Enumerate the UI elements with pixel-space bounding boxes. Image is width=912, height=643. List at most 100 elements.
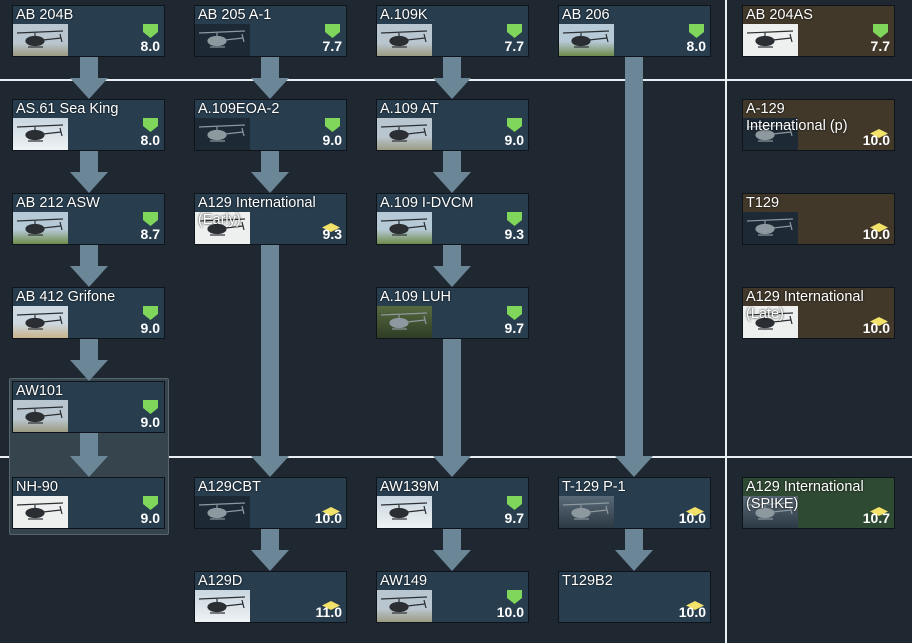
vehicle-card-a129d[interactable]: A129D 11.0 — [194, 571, 347, 623]
helicopter-icon — [380, 30, 428, 48]
vehicle-name: A.109 LUH — [380, 289, 451, 305]
vehicle-name: A.109 AT — [380, 101, 439, 117]
battle-rating: 11.0 — [315, 604, 342, 620]
vehicle-name: AB 205 A-1 — [198, 7, 272, 23]
vehicle-card-as61[interactable]: AS.61 Sea King 8.0 — [12, 99, 165, 151]
vehicle-card-a109luh[interactable]: A.109 LUH 9.7 — [376, 287, 529, 339]
vehicle-card-ab204b[interactable]: AB 204B 8.0 — [12, 5, 165, 57]
vehicle-card-a129intp[interactable]: A-129 International (p) 10.0 — [742, 99, 895, 151]
vehicle-name: NH-90 — [16, 479, 58, 495]
vehicle-name: A.109K — [380, 7, 428, 23]
battle-rating: 8.0 — [140, 38, 160, 54]
vehicle-card-aw101[interactable]: AW101 9.0 — [12, 381, 165, 433]
vehicle-card-ab412[interactable]: AB 412 Grifone 9.0 — [12, 287, 165, 339]
vehicle-card-a109eoa2[interactable]: A.109EOA-2 9.0 — [194, 99, 347, 151]
helicopter-icon — [380, 596, 428, 614]
vehicle-name: AW149 — [380, 573, 428, 589]
helicopter-icon — [16, 502, 64, 520]
tree-arrow — [70, 151, 108, 193]
helicopter-icon — [380, 218, 428, 236]
vehicle-card-a129late[interactable]: A129 International (Late) 10.0 — [742, 287, 895, 339]
battle-rating: 9.0 — [140, 320, 160, 336]
vehicle-name: AW101 — [16, 383, 64, 399]
helicopter-icon — [16, 124, 64, 142]
vehicle-name: T129B2 — [562, 573, 613, 589]
vehicle-card-nh90[interactable]: NH-90 9.0 — [12, 477, 165, 529]
vehicle-name: AB 204B — [16, 7, 74, 23]
tree-arrow — [251, 151, 289, 193]
vehicle-card-t129p1[interactable]: T-129 P-1 10.0 — [558, 477, 711, 529]
helicopter-icon — [198, 124, 246, 142]
helicopter-icon — [16, 406, 64, 424]
battle-rating: 9.0 — [504, 132, 524, 148]
battle-rating: 10.0 — [314, 510, 342, 526]
tree-arrow — [251, 57, 289, 99]
vehicle-name: AB 412 Grifone — [16, 289, 116, 305]
tree-arrow — [433, 57, 471, 99]
battle-rating: 7.7 — [504, 38, 524, 54]
vehicle-card-a129cbt[interactable]: A129CBT 10.0 — [194, 477, 347, 529]
vehicle-thumbnail — [195, 118, 250, 150]
vehicle-thumbnail — [559, 496, 614, 528]
vehicle-card-a109at[interactable]: A.109 AT 9.0 — [376, 99, 529, 151]
vehicle-thumbnail — [377, 306, 432, 338]
vehicle-card-ab205[interactable]: AB 205 A-1 7.7 — [194, 5, 347, 57]
vehicle-name: AS.61 Sea King — [16, 101, 119, 117]
vehicle-card-a109k[interactable]: A.109K 7.7 — [376, 5, 529, 57]
vehicle-thumbnail — [195, 590, 250, 622]
vehicle-name: A129CBT — [198, 479, 261, 495]
tree-arrow — [251, 529, 289, 571]
vehicle-thumbnail — [377, 118, 432, 150]
helicopter-icon — [562, 502, 610, 520]
helicopter-icon — [562, 30, 610, 48]
vehicle-name: A.109EOA-2 — [198, 101, 280, 117]
vehicle-name: T129 — [746, 195, 780, 211]
vehicle-card-a129early[interactable]: A129 International (Early) 9.3 — [194, 193, 347, 245]
vehicle-thumbnail — [743, 24, 798, 56]
helicopter-icon — [198, 502, 246, 520]
vehicle-name: A129D — [198, 573, 243, 589]
vehicle-name: A-129 International (p) — [746, 101, 848, 134]
vehicle-thumbnail — [13, 306, 68, 338]
battle-rating: 9.0 — [322, 132, 342, 148]
battle-rating: 9.7 — [504, 510, 524, 526]
vehicle-name: T-129 P-1 — [562, 479, 626, 495]
vehicle-thumbnail — [195, 24, 250, 56]
helicopter-icon — [16, 218, 64, 236]
tree-arrow — [70, 339, 108, 381]
vehicle-card-aw149[interactable]: AW149 10.0 — [376, 571, 529, 623]
battle-rating: 10.0 — [678, 604, 706, 620]
vehicle-thumbnail — [377, 496, 432, 528]
vehicle-card-ab206[interactable]: AB 206 8.0 — [558, 5, 711, 57]
vehicle-thumbnail — [377, 212, 432, 244]
vehicle-thumbnail — [559, 24, 614, 56]
battle-rating: 10.0 — [862, 320, 890, 336]
tree-arrow — [615, 57, 653, 477]
vehicle-card-a129spike[interactable]: A129 International (SPIKE) 10.7 — [742, 477, 895, 529]
battle-rating: 10.0 — [496, 604, 524, 620]
battle-rating: 7.7 — [870, 38, 890, 54]
vehicle-thumbnail — [377, 24, 432, 56]
battle-rating: 9.7 — [504, 320, 524, 336]
helicopter-icon — [198, 596, 246, 614]
battle-rating: 8.0 — [686, 38, 706, 54]
vehicle-thumbnail — [13, 118, 68, 150]
battle-rating: 8.7 — [140, 226, 160, 242]
vehicle-card-ab212[interactable]: AB 212 ASW 8.7 — [12, 193, 165, 245]
vehicle-name: AB 204AS — [746, 7, 813, 23]
vehicle-card-aw139m[interactable]: AW139M 9.7 — [376, 477, 529, 529]
vehicle-name: AW139M — [380, 479, 440, 495]
vehicle-thumbnail — [13, 496, 68, 528]
vehicle-card-ab204as[interactable]: AB 204AS 7.7 — [742, 5, 895, 57]
premium-column-separator — [725, 0, 727, 643]
battle-rating: 10.7 — [862, 510, 890, 526]
vehicle-card-a109idvcm[interactable]: A.109 I-DVCM 9.3 — [376, 193, 529, 245]
battle-rating: 9.0 — [140, 510, 160, 526]
vehicle-card-t129b2[interactable]: T129B2 10.0 — [558, 571, 711, 623]
vehicle-card-t129[interactable]: T129 10.0 — [742, 193, 895, 245]
helicopter-icon — [16, 30, 64, 48]
tree-arrow — [433, 151, 471, 193]
tree-arrow — [433, 339, 471, 477]
vehicle-name: AB 206 — [562, 7, 610, 23]
vehicle-name: A129 International (Early) — [198, 195, 316, 228]
